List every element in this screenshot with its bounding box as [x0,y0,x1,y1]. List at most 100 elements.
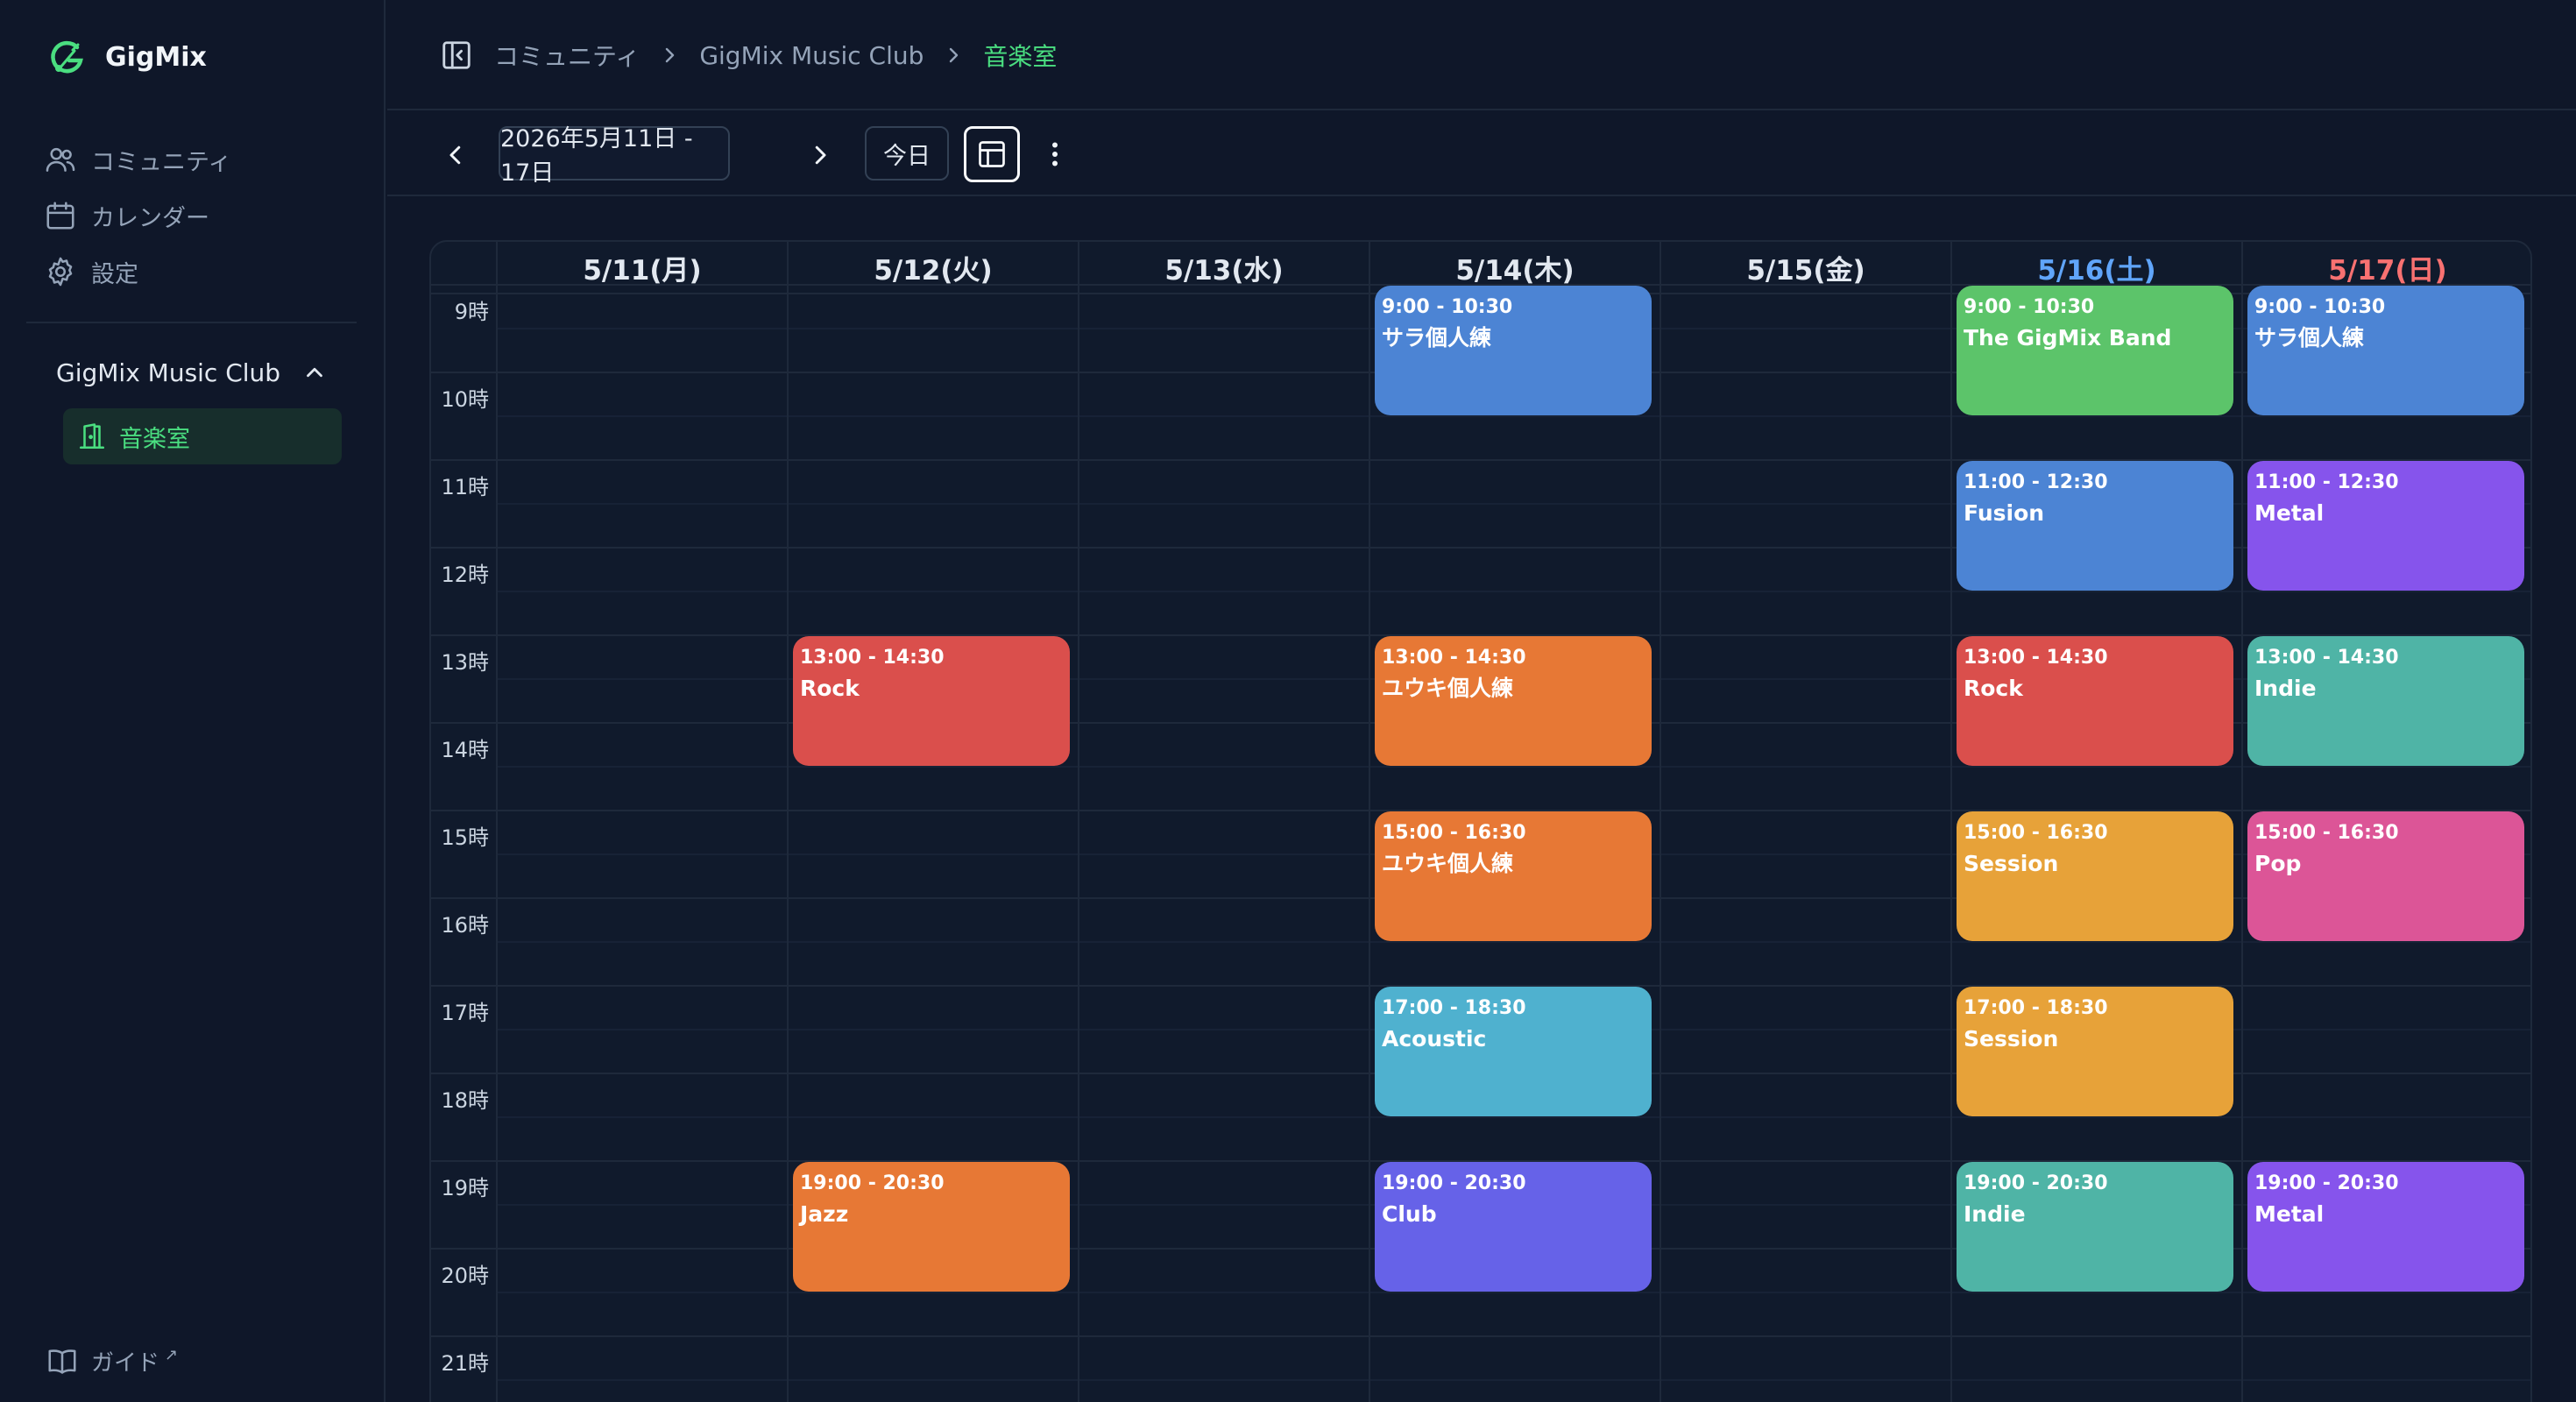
sidebar-item-label: カレンダー [91,204,209,232]
event-card[interactable]: 19:00 - 20:30 Club [1375,1162,1652,1292]
sidebar-item-label: コミュニティ [91,148,232,176]
day-column-line [1660,242,1661,1402]
date-range-button[interactable]: 2026年5月11日 - 17日 [499,125,730,187]
chevron-left-icon [449,145,461,165]
event-card[interactable]: 19:00 - 20:30 Jazz [793,1162,1070,1292]
event-title: Club [1382,1201,1437,1227]
breadcrumb-club[interactable]: GigMix Music Club [699,41,924,70]
external-link-icon: ↗ [165,1345,179,1364]
event-time: 15:00 - 16:30 [1382,822,1526,844]
hour-label: 10時 [441,387,489,412]
hour-label: 11時 [441,475,489,499]
event-time: 13:00 - 14:30 [1382,647,1526,669]
event-time: 13:00 - 14:30 [1964,647,2108,669]
group-title: GigMix Music Club [56,358,281,387]
hour-label: 14時 [441,738,489,762]
event-card[interactable]: 19:00 - 20:30 Metal [2247,1162,2524,1292]
event-time: 19:00 - 20:30 [2254,1172,2399,1194]
hour-label: 13時 [441,650,489,675]
event-title: Indie [1964,1201,2026,1227]
hour-line [431,1335,2530,1337]
half-hour-line [497,1292,2530,1293]
event-time: 19:00 - 20:30 [1382,1172,1526,1194]
day-header[interactable]: 5/11(月) [497,242,788,293]
event-card[interactable]: 11:00 - 12:30 Fusion [1957,461,2233,591]
view-toggle-button[interactable] [964,126,1020,182]
event-time: 11:00 - 12:30 [2254,471,2399,493]
day-column-line [496,242,498,1402]
event-time: 17:00 - 18:30 [1382,997,1526,1019]
guide-label: ガイド [91,1349,160,1377]
event-title: Session [1964,851,2059,876]
event-time: 19:00 - 20:30 [800,1172,945,1194]
day-column-line [787,242,789,1402]
event-title: ユウキ個人練 [1382,676,1514,701]
breadcrumb-current: 音楽室 [983,42,1058,71]
sidebar-item-settings[interactable]: 設定 [44,244,359,300]
event-title: Jazz [800,1201,849,1227]
event-title: Rock [800,676,860,701]
hour-label: 18時 [441,1088,489,1113]
event-card[interactable]: 13:00 - 14:30 Rock [1957,636,2233,766]
sidebar-item-label: 設定 [91,260,138,288]
sidebar-toggle-icon[interactable] [440,39,473,72]
event-time: 9:00 - 10:30 [1964,296,2095,318]
half-hour-line [497,766,2530,768]
today-button[interactable]: 今日 [865,126,949,181]
sidebar-item-community[interactable]: コミュニティ [44,131,359,188]
half-hour-line [497,415,2530,417]
half-hour-line [497,1379,2530,1381]
book-icon [48,1349,76,1374]
gear-icon [48,257,73,287]
event-card[interactable]: 11:00 - 12:30 Metal [2247,461,2524,591]
chevron-right-icon [950,47,959,63]
sidebar-item-label: 音楽室 [119,425,190,453]
half-hour-line [497,591,2530,592]
event-card[interactable]: 9:00 - 10:30 サラ個人練 [2247,286,2524,415]
event-card[interactable]: 15:00 - 16:30 Session [1957,811,2233,941]
day-header[interactable]: 5/12(火) [788,242,1079,293]
event-time: 11:00 - 12:30 [1964,471,2108,493]
prev-week-button[interactable] [436,133,475,177]
users-icon [46,147,75,172]
hour-label: 16時 [441,913,489,938]
event-title: サラ個人練 [1382,325,1492,350]
guide-link[interactable]: ガイド ↗ [46,1344,178,1377]
event-title: サラ個人練 [2254,325,2365,350]
event-card[interactable]: 17:00 - 18:30 Session [1957,987,2233,1116]
event-card[interactable]: 13:00 - 14:30 ユウキ個人練 [1375,636,1652,766]
door-icon [79,423,105,450]
sidebar-item-calendar[interactable]: カレンダー [44,188,359,244]
sidebar-item-music-room[interactable]: 音楽室 [63,408,342,464]
event-title: Session [1964,1026,2059,1052]
hour-label: 20時 [441,1264,489,1288]
calendar-icon [46,202,74,230]
group-toggle[interactable]: GigMix Music Club [56,350,328,394]
gigmix-logo-icon [51,40,83,74]
event-title: Indie [2254,676,2317,701]
day-header[interactable]: 5/13(水) [1079,242,1369,293]
event-card[interactable]: 17:00 - 18:30 Acoustic [1375,987,1652,1116]
event-time: 9:00 - 10:30 [2254,296,2386,318]
hour-label: 15時 [441,825,489,850]
event-card[interactable]: 15:00 - 16:30 ユウキ個人練 [1375,811,1652,941]
event-card[interactable]: 13:00 - 14:30 Rock [793,636,1070,766]
event-card[interactable]: 19:00 - 20:30 Indie [1957,1162,2233,1292]
day-header[interactable]: 5/15(金) [1660,242,1951,293]
calendar-toolbar: 2026年5月11日 - 17日 今日 [387,112,2576,196]
event-card[interactable]: 13:00 - 14:30 Indie [2247,636,2524,766]
sidebar-divider [26,322,357,323]
event-card[interactable]: 9:00 - 10:30 サラ個人練 [1375,286,1652,415]
event-title: ユウキ個人練 [1382,851,1514,876]
next-week-button[interactable] [801,133,839,177]
day-column-line [2241,242,2243,1402]
more-options-button[interactable] [1037,126,1072,182]
brand[interactable]: GigMix [46,35,207,79]
breadcrumb: コミュニティ GigMix Music Club 音楽室 [494,35,1057,75]
event-time: 15:00 - 16:30 [2254,822,2399,844]
event-card[interactable]: 9:00 - 10:30 The GigMix Band [1957,286,2233,415]
breadcrumb-community[interactable]: コミュニティ [494,38,640,73]
event-card[interactable]: 15:00 - 16:30 Pop [2247,811,2524,941]
event-time: 19:00 - 20:30 [1964,1172,2108,1194]
sidebar: GigMix コミュニティ カレンダー 設定 GigMix Music Club… [0,0,386,1402]
